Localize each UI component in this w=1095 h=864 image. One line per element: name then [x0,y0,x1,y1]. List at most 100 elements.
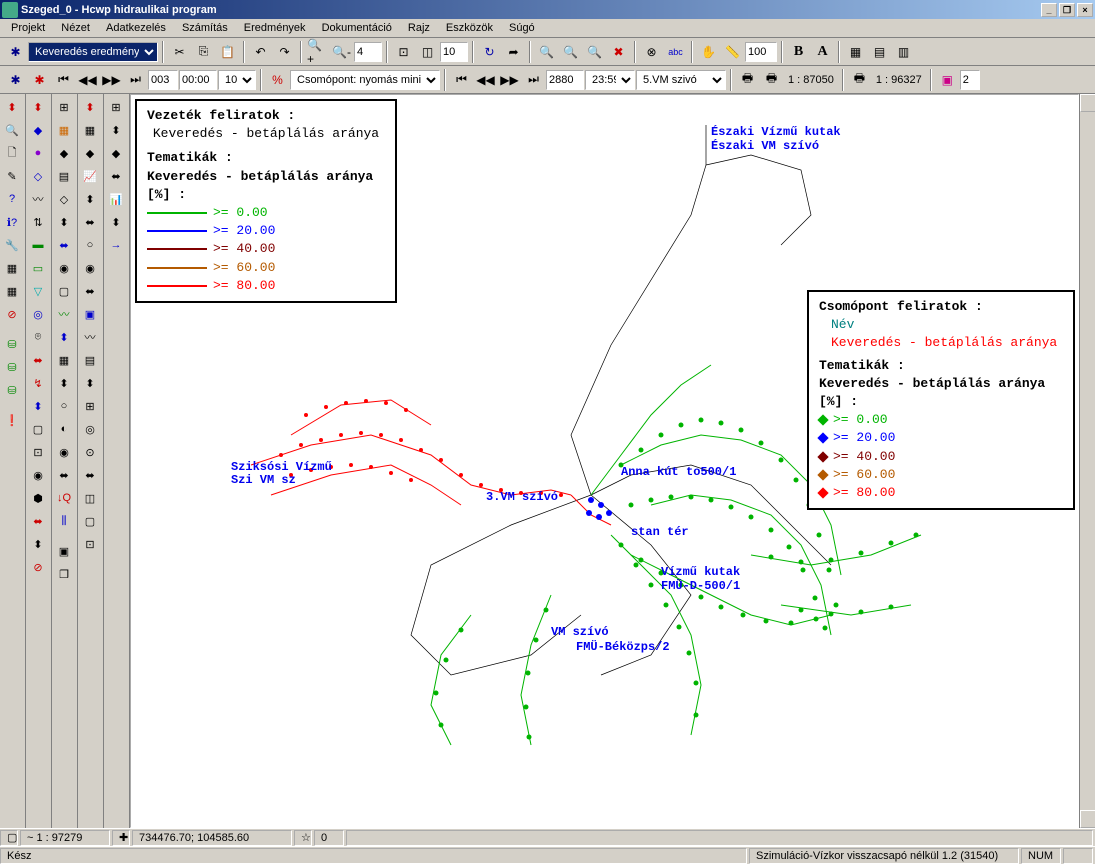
cancel-icon[interactable]: ✖ [607,41,630,63]
vt2-21[interactable]: ⊘ [27,556,49,578]
vt3-21[interactable]: ❐ [53,563,75,585]
vt2-18[interactable]: ⬢ [27,487,49,509]
net2-icon[interactable]: ✱ [4,69,27,91]
zoom-in-icon[interactable]: 🔍+ [306,41,329,63]
vt3-13[interactable]: ⬍ [53,372,75,394]
refresh-icon[interactable]: ↻ [478,41,501,63]
vt2-10[interactable]: ◎ [27,303,49,325]
vt3-10[interactable]: 〰 [53,303,75,325]
vt3-17[interactable]: ⬌ [53,464,75,486]
font-button[interactable]: A [811,41,834,63]
vt1-4[interactable]: ✎ [1,165,23,187]
print3-icon[interactable]: 🖶 [848,69,871,91]
vt2-12[interactable]: ⬌ [27,349,49,371]
last-icon[interactable]: ⏭ [124,69,147,91]
vt1-db1[interactable]: ⛁ [1,333,23,355]
snap-icon[interactable]: ⊗ [640,41,663,63]
percent-icon[interactable]: % [266,69,289,91]
vt3-9[interactable]: ▢ [53,280,75,302]
zoom-window-icon[interactable]: ◫ [416,41,439,63]
vt4-1[interactable]: ⬍ [79,96,101,118]
frame-input[interactable] [148,70,178,90]
vt3-7[interactable]: ⬌ [53,234,75,256]
zoom-out-icon[interactable]: 🔍- [330,41,353,63]
pan-input[interactable] [440,42,468,62]
paste-icon[interactable]: 📋 [216,41,239,63]
zoom-extent-icon[interactable]: ⊡ [392,41,415,63]
vt2-7[interactable]: ▬ [27,234,49,256]
vt2-1[interactable]: ⬍ [27,96,49,118]
vt1-7[interactable]: 🔧 [1,234,23,256]
vt2-20[interactable]: ⬍ [27,533,49,555]
vt2-17[interactable]: ◉ [27,464,49,486]
vt3-15[interactable]: ◐ [53,418,75,440]
next2-icon[interactable]: ▶▶ [498,69,521,91]
copy-icon[interactable]: ⎘ [192,41,215,63]
vt4-3[interactable]: ◆ [79,142,101,164]
vt5-6[interactable]: ⬍ [105,211,127,233]
vt3-5[interactable]: ◇ [53,188,75,210]
menu-projekt[interactable]: Projekt [4,21,52,35]
text-abc-icon[interactable]: abc [664,41,687,63]
find-red-icon[interactable]: 🔍 [535,41,558,63]
prev2-icon[interactable]: ◀◀ [474,69,497,91]
vt2-8[interactable]: ▭ [27,257,49,279]
time-input[interactable] [179,70,217,90]
vt4-19[interactable]: ▢ [79,510,101,532]
vt2-6[interactable]: ⇅ [27,211,49,233]
first2-icon[interactable]: ⏮ [450,69,473,91]
vt3-1[interactable]: ⊞ [53,96,75,118]
scale-input[interactable] [745,42,777,62]
vt2-3[interactable]: ● [27,142,49,164]
vt3-3[interactable]: ◆ [53,142,75,164]
vertical-scrollbar[interactable] [1079,94,1095,828]
vt5-2[interactable]: ⬍ [105,119,127,141]
vt2-5[interactable]: 〰 [27,188,49,210]
vt1-3[interactable]: 🗋 [1,142,23,164]
vt3-8[interactable]: ◉ [53,257,75,279]
vt2-4[interactable]: ◇ [27,165,49,187]
print2-icon[interactable]: 🖶 [760,69,783,91]
vt4-14[interactable]: ⊞ [79,395,101,417]
vt1-db2[interactable]: ⛁ [1,356,23,378]
vt5-5[interactable]: 📊 [105,188,127,210]
vt5-4[interactable]: ⬌ [105,165,127,187]
vt4-7[interactable]: ○ [79,234,101,256]
first-icon[interactable]: ⏮ [52,69,75,91]
vt3-4[interactable]: ▤ [53,165,75,187]
win-input[interactable] [960,70,980,90]
node-select[interactable]: Csomópont: nyomás minim [290,70,440,90]
menu-sugo[interactable]: Súgó [502,21,542,35]
vt3-2[interactable]: ▦ [53,119,75,141]
vt1-6[interactable]: ℹ? [1,211,23,233]
vt4-16[interactable]: ⊙ [79,441,101,463]
vt2-9[interactable]: ▽ [27,280,49,302]
vt1-9[interactable]: ▦ [1,280,23,302]
net3-icon[interactable]: ✱ [28,69,51,91]
vt1-1[interactable]: ⬍ [1,96,23,118]
vt1-db3[interactable]: ⛁ [1,379,23,401]
time2-select[interactable]: 23:59 [585,70,635,90]
zoom-input[interactable] [354,42,382,62]
menu-szamitas[interactable]: Számítás [175,21,235,35]
vt5-7[interactable]: → [105,234,127,256]
table3-icon[interactable]: ▥ [892,41,915,63]
vt3-6[interactable]: ⬍ [53,211,75,233]
vt2-16[interactable]: ⊡ [27,441,49,463]
restore-button[interactable]: ❐ [1059,3,1075,17]
close-button[interactable]: × [1077,3,1093,17]
menu-adatkezeles[interactable]: Adatkezelés [99,21,173,35]
window-icon[interactable]: ▣ [936,69,959,91]
vt3-12[interactable]: ▦ [53,349,75,371]
frame2-input[interactable] [546,70,584,90]
find-mag-icon[interactable]: 🔍 [583,41,606,63]
print1-icon[interactable]: 🖶 [736,69,759,91]
vt4-20[interactable]: ⊡ [79,533,101,555]
table1-icon[interactable]: ▦ [844,41,867,63]
step-select[interactable]: 10 [218,70,256,90]
vt1-10[interactable]: ⊘ [1,303,23,325]
vt4-6[interactable]: ⬌ [79,211,101,233]
menu-eszkozok[interactable]: Eszközök [439,21,500,35]
pump-select[interactable]: 5.VM szivó [636,70,726,90]
menu-dokumentacio[interactable]: Dokumentáció [315,21,399,35]
